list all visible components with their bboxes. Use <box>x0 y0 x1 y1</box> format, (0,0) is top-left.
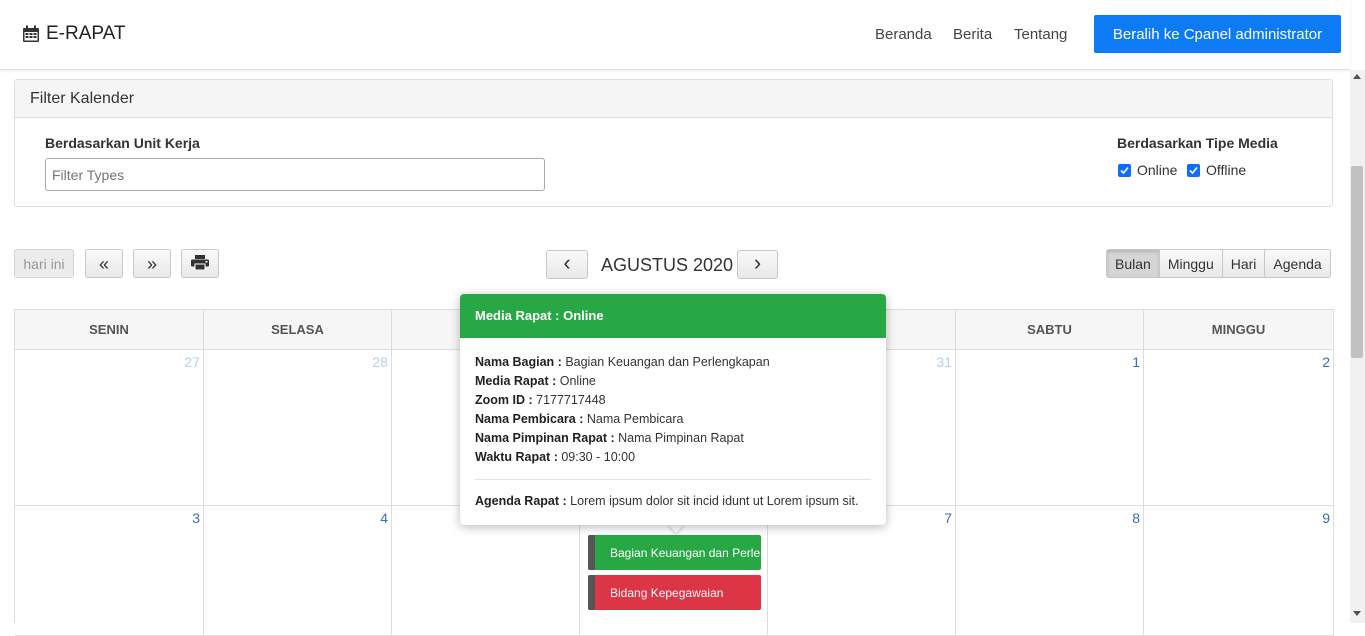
prev-month-button[interactable]: ‹ <box>546 250 588 279</box>
view-switcher: Bulan Minggu Hari Agenda <box>1106 249 1331 278</box>
checkbox-online[interactable]: Online <box>1118 162 1177 178</box>
day-cell[interactable]: 2 <box>1144 350 1334 506</box>
popover-value: Nama Pembicara <box>583 412 684 426</box>
nav-link-berita[interactable]: Berita <box>953 26 992 43</box>
day-number[interactable]: 9 <box>1322 510 1330 526</box>
popover-key: Nama Bagian : <box>475 355 562 369</box>
day-cell[interactable]: 9 <box>1144 506 1334 636</box>
next-month-button[interactable]: › <box>737 250 778 279</box>
popover-row-nama-bagian: Nama Bagian : Bagian Keuangan dan Perlen… <box>475 353 871 372</box>
checkbox-checked-icon[interactable] <box>1118 163 1131 177</box>
nav-link-tentang[interactable]: Tentang <box>1014 26 1067 43</box>
unit-filter-label: Berdasarkan Unit Kerja <box>45 135 200 151</box>
chevron-left-icon: ‹ <box>563 250 571 275</box>
event-popover: Media Rapat : Online Nama Bagian : Bagia… <box>460 294 886 525</box>
popover-key: Nama Pimpinan Rapat : <box>475 431 615 445</box>
popover-row-nama-pembicara: Nama Pembicara : Nama Pembicara <box>475 410 871 429</box>
day-header-senin: SENIN <box>15 309 204 350</box>
popover-key: Agenda Rapat : <box>475 494 567 508</box>
brand[interactable]: E-RAPAT <box>22 23 126 45</box>
day-number[interactable]: 7 <box>944 510 952 526</box>
popover-row-nama-pimpinan: Nama Pimpinan Rapat : Nama Pimpinan Rapa… <box>475 429 871 448</box>
popover-value: Bagian Keuangan dan Perlengkapan <box>561 355 770 369</box>
nav-link-beranda[interactable]: Beranda <box>875 26 932 43</box>
popover-arrow <box>667 524 685 533</box>
calendar-event-online[interactable]: Bagian Keuangan dan Perlengkapan <box>588 535 761 570</box>
view-week-button[interactable]: Minggu <box>1158 249 1223 278</box>
calendar-event-offline[interactable]: Bidang Kepegawaian <box>588 575 761 610</box>
day-number[interactable]: 31 <box>936 354 952 370</box>
day-header-selasa: SELASA <box>204 309 392 350</box>
day-header-minggu: MINGGU <box>1144 309 1334 350</box>
media-filter-label: Berdasarkan Tipe Media <box>1117 135 1278 151</box>
day-number[interactable]: 1 <box>1132 354 1140 370</box>
day-cell[interactable]: 4 <box>204 506 392 636</box>
brand-name: E-RAPAT <box>46 23 126 44</box>
popover-row-zoom-id: Zoom ID : 7177717448 <box>475 391 871 410</box>
popover-key: Zoom ID : <box>475 393 533 407</box>
day-number[interactable]: 27 <box>184 354 200 370</box>
event-label: Bagian Keuangan dan Perlengkapan <box>610 545 761 560</box>
view-month-button[interactable]: Bulan <box>1106 249 1160 278</box>
popover-value: Online <box>556 374 596 388</box>
popover-divider <box>475 479 871 480</box>
filter-card-title: Filter Kalender <box>15 80 1332 118</box>
view-day-button[interactable]: Hari <box>1221 249 1266 278</box>
day-cell[interactable] <box>392 506 580 636</box>
day-cell[interactable]: 27 <box>15 350 204 506</box>
day-number[interactable]: 28 <box>372 354 388 370</box>
today-button[interactable]: hari ini <box>14 249 74 278</box>
popover-row-waktu-rapat: Waktu Rapat : 09:30 - 10:00 <box>475 448 871 467</box>
scrollbar-thumb[interactable] <box>1351 166 1363 358</box>
day-number[interactable]: 4 <box>380 510 388 526</box>
prev-year-button[interactable]: « <box>85 249 123 278</box>
double-chevron-right-icon: » <box>146 253 157 274</box>
popover-value: 7177717448 <box>532 393 606 407</box>
day-cell[interactable]: 8 <box>956 506 1144 636</box>
scroll-down-arrow-icon[interactable] <box>1353 611 1361 616</box>
checkbox-checked-icon[interactable] <box>1187 163 1200 177</box>
popover-value: Lorem ipsum dolor sit incid idunt ut Lor… <box>566 494 859 508</box>
double-chevron-left-icon: « <box>98 253 109 274</box>
day-number[interactable]: 3 <box>192 510 200 526</box>
popover-title: Media Rapat : Online <box>460 294 886 338</box>
event-marker <box>588 575 595 610</box>
navbar: E-RAPAT Beranda Berita Tentang Beralih k… <box>0 0 1350 70</box>
filter-card: Filter Kalender Berdasarkan Unit Kerja B… <box>14 79 1333 207</box>
popover-key: Media Rapat : <box>475 374 557 388</box>
day-header-sabtu: SABTU <box>956 309 1144 350</box>
event-marker <box>588 535 595 570</box>
next-year-button[interactable]: » <box>133 249 171 278</box>
checkbox-offline[interactable]: Offline <box>1187 162 1246 178</box>
popover-value: 09:30 - 10:00 <box>557 450 636 464</box>
day-number[interactable]: 2 <box>1322 354 1330 370</box>
unit-filter-input[interactable] <box>45 158 545 191</box>
print-icon <box>191 254 209 273</box>
checkbox-online-label: Online <box>1137 162 1178 178</box>
day-cell[interactable]: 1 <box>956 350 1144 506</box>
popover-value: Nama Pimpinan Rapat <box>614 431 744 445</box>
day-cell[interactable]: 7 <box>768 506 956 636</box>
day-cell[interactable]: 28 <box>204 350 392 506</box>
popover-key: Nama Pembicara : <box>475 412 584 426</box>
chevron-right-icon: › <box>753 250 762 275</box>
day-cell[interactable]: 3 <box>15 506 204 636</box>
popover-row-media-rapat: Media Rapat : Online <box>475 372 871 391</box>
calendar-title: AGUSTUS 2020 <box>601 255 734 275</box>
popover-key: Waktu Rapat : <box>475 450 558 464</box>
admin-cpanel-button[interactable]: Beralih ke Cpanel administrator <box>1094 15 1341 53</box>
checkbox-offline-label: Offline <box>1206 162 1247 178</box>
calendar-icon <box>22 25 40 43</box>
event-label: Bidang Kepegawaian <box>610 585 724 600</box>
view-agenda-button[interactable]: Agenda <box>1264 249 1331 278</box>
day-number[interactable]: 8 <box>1132 510 1140 526</box>
popover-body: Nama Bagian : Bagian Keuangan dan Perlen… <box>460 338 886 511</box>
popover-row-agenda: Agenda Rapat : Lorem ipsum dolor sit inc… <box>475 492 871 511</box>
print-button[interactable] <box>181 249 219 278</box>
scroll-up-arrow-icon[interactable] <box>1353 74 1361 79</box>
